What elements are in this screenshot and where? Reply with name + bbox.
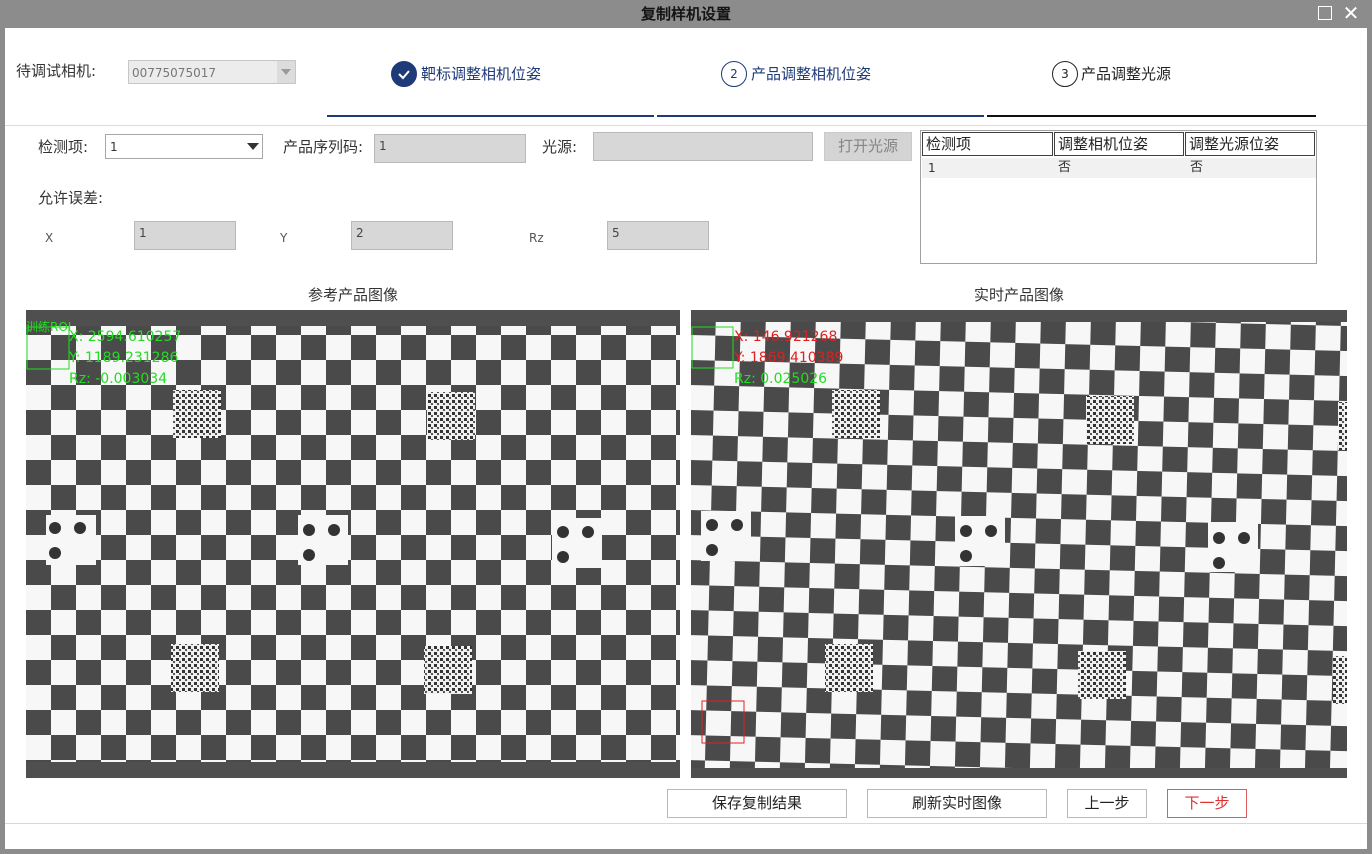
serial-label: 产品序列码:: [283, 138, 364, 156]
detect-table: 检测项 调整相机位姿 调整光源位姿 1 否 否: [920, 130, 1317, 264]
save-copy-result-button[interactable]: 保存复制结果: [667, 789, 847, 818]
serial-field[interactable]: 1: [374, 134, 526, 163]
chevron-down-icon: [246, 139, 260, 156]
maximize-icon[interactable]: [1318, 6, 1332, 20]
step3-number: 3: [1052, 61, 1078, 87]
window-frame-right: [1367, 28, 1372, 854]
live-x-readout: X: 146.921268: [734, 329, 838, 345]
x-field[interactable]: 1: [134, 221, 236, 250]
rz-field[interactable]: 5: [607, 221, 709, 250]
window-title: 复制样机设置: [640, 5, 731, 23]
reference-image-title: 参考产品图像: [307, 286, 398, 304]
table-header-detect[interactable]: 检测项: [922, 132, 1053, 156]
window-frame-bottom: [0, 849, 1372, 854]
close-icon[interactable]: ✕: [1342, 3, 1360, 23]
live-image-title: 实时产品图像: [973, 286, 1064, 304]
tolerance-label: 允许误差:: [38, 189, 104, 207]
footer-divider: [5, 823, 1367, 824]
step2-number: 2: [721, 61, 747, 87]
detect-value: 1: [110, 140, 118, 154]
reference-rz-readout: Rz: -0.003034: [69, 371, 168, 387]
x-label: X: [45, 231, 54, 245]
detect-select[interactable]: 1: [105, 134, 263, 159]
table-header-light[interactable]: 调整光源位姿: [1185, 132, 1315, 156]
reference-y-readout: Y: 1189.231286: [69, 350, 179, 366]
table-cell-light[interactable]: 否: [1185, 158, 1316, 178]
rz-label: Rz: [529, 231, 544, 245]
y-field[interactable]: 2: [351, 221, 453, 250]
step1-progress-line: [327, 115, 654, 117]
step2-label: 产品调整相机位姿: [751, 65, 872, 83]
step1-label: 靶标调整相机位姿: [421, 65, 542, 83]
step3-label: 产品调整光源: [1081, 65, 1172, 83]
step1-check-icon: [391, 61, 417, 87]
open-light-button[interactable]: 打开光源: [824, 132, 912, 161]
light-field[interactable]: [593, 132, 813, 161]
camera-value: 00775075017: [132, 66, 216, 80]
step2-progress-line: [657, 115, 984, 117]
chevron-down-icon: [277, 61, 295, 83]
table-cell-detect[interactable]: 1: [922, 158, 1054, 178]
detect-label: 检测项:: [38, 138, 89, 156]
camera-label: 待调试相机:: [16, 62, 97, 80]
previous-step-button[interactable]: 上一步: [1067, 789, 1147, 818]
next-step-button[interactable]: 下一步: [1167, 789, 1247, 818]
live-image-panel[interactable]: X: 146.921268 Y: 1869.410389 Rz: 0.02502…: [691, 310, 1347, 778]
reference-roi-label: 训练ROI: [26, 320, 72, 334]
live-y-readout: Y: 1869.410389: [734, 350, 844, 366]
table-cell-camera[interactable]: 否: [1054, 158, 1185, 178]
y-label: Y: [280, 231, 288, 245]
window-frame-left: [0, 28, 5, 854]
header-divider: [5, 125, 1367, 126]
table-header-camera[interactable]: 调整相机位姿: [1054, 132, 1184, 156]
live-rz-readout: Rz: 0.025026: [734, 371, 828, 387]
reference-image-panel[interactable]: 训练ROI X: 2594.610257 Y: 1189.231286 Rz: …: [26, 310, 680, 778]
camera-select[interactable]: 00775075017: [128, 60, 296, 84]
step3-progress-line: [987, 115, 1316, 117]
reference-x-readout: X: 2594.610257: [69, 329, 182, 345]
light-label: 光源:: [542, 138, 578, 156]
refresh-live-image-button[interactable]: 刷新实时图像: [867, 789, 1047, 818]
